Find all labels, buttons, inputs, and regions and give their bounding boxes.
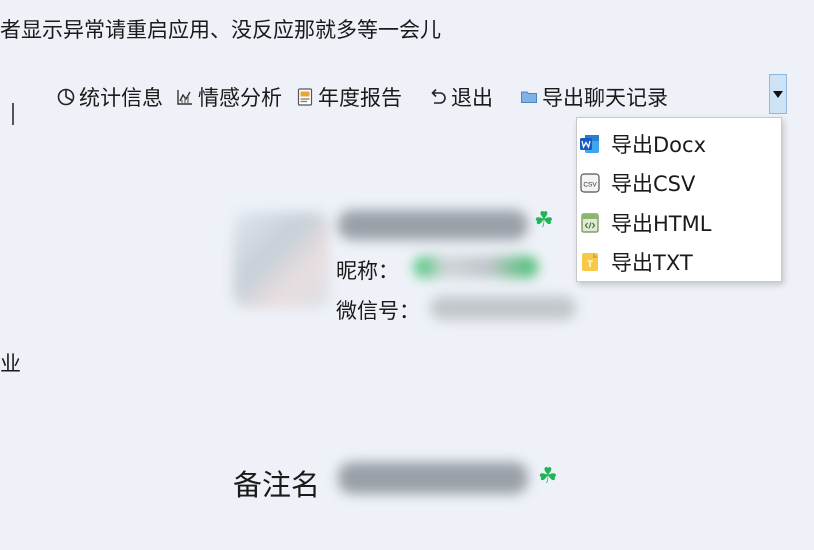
toolbar: 统计信息 情感分析 年度报告 退出 导出聊天记录 <box>56 82 668 112</box>
sentiment-label: 情感分析 <box>198 86 282 110</box>
remark-label: 备注名 <box>233 468 321 502</box>
export-txt-label: 导出TXT <box>611 251 693 276</box>
logout-label: 退出 <box>451 86 493 110</box>
export-chat-label: 导出聊天记录 <box>542 86 668 110</box>
avatar <box>233 212 329 308</box>
text-cursor-mark <box>12 103 14 125</box>
annual-report-label: 年度报告 <box>318 86 402 110</box>
word-icon <box>580 134 599 153</box>
logout-button[interactable]: 退出 <box>428 82 493 112</box>
csv-icon: CSV <box>580 173 600 193</box>
clover-icon: ☘ <box>538 464 558 489</box>
nickname-value-redacted <box>414 256 538 278</box>
export-csv-label: 导出CSV <box>611 172 696 197</box>
export-txt-item[interactable]: T 导出TXT <box>577 243 781 283</box>
folder-icon <box>521 91 537 103</box>
chevron-down-icon <box>773 90 783 98</box>
wechat-id-value-redacted <box>430 296 576 320</box>
export-html-label: 导出HTML <box>611 211 712 236</box>
truncated-side-text: 业 <box>0 352 21 376</box>
export-csv-item[interactable]: CSV 导出CSV <box>577 164 781 204</box>
restart-notice: 者显示异常请重启应用、没反应那就多等一会儿 <box>0 18 441 42</box>
svg-text:T: T <box>587 259 593 269</box>
line-chart-icon <box>177 90 192 105</box>
contact-name-redacted <box>338 210 528 240</box>
export-html-item[interactable]: 导出HTML <box>577 203 781 243</box>
annual-report-button[interactable]: 年度报告 <box>295 82 402 112</box>
export-docx-label: 导出Docx <box>611 132 706 157</box>
clover-icon: ☘ <box>534 208 554 233</box>
export-dropdown-toggle[interactable] <box>769 74 787 114</box>
txt-icon: T <box>582 253 598 272</box>
pie-chart-icon <box>57 88 75 106</box>
sentiment-button[interactable]: 情感分析 <box>175 82 282 112</box>
stats-label: 统计信息 <box>79 86 163 110</box>
export-docx-item[interactable]: 导出Docx <box>577 124 781 164</box>
html-icon <box>581 213 599 233</box>
nickname-label: 昵称： <box>336 259 399 283</box>
report-icon <box>297 88 313 106</box>
stats-button[interactable]: 统计信息 <box>56 82 163 112</box>
wechat-id-label: 微信号： <box>336 299 420 323</box>
remark-value-redacted <box>338 462 528 494</box>
svg-text:CSV: CSV <box>583 182 597 189</box>
undo-arrow-icon <box>431 88 446 104</box>
export-dropdown-menu: 导出Docx CSV 导出CSV 导出HTML T 导出TXT <box>576 117 782 282</box>
export-chat-button[interactable]: 导出聊天记录 <box>519 82 668 112</box>
